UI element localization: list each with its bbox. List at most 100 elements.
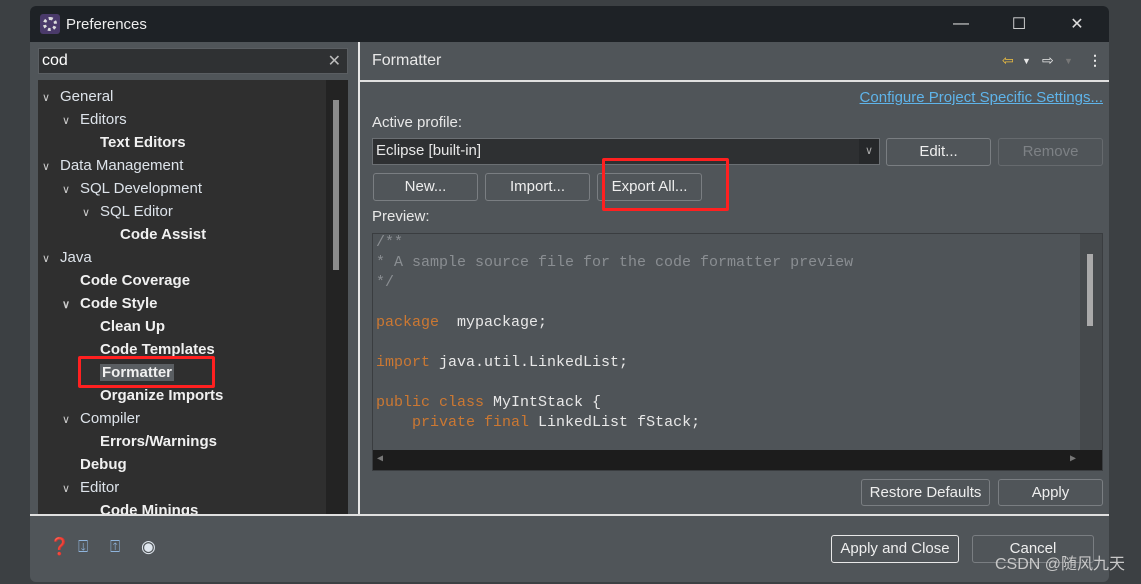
- tree-item-label: Organize Imports: [100, 387, 224, 404]
- tree-item[interactable]: Code Assist: [102, 223, 206, 246]
- preview-horizontal-scrollbar[interactable]: ◀ ▶: [373, 450, 1102, 470]
- code-token: package: [376, 314, 440, 331]
- footer-divider: [30, 514, 1109, 516]
- tree-item[interactable]: ∨ Java: [42, 246, 92, 269]
- forward-menu-icon[interactable]: ▼: [1064, 56, 1073, 66]
- tree-item[interactable]: Code Coverage: [62, 269, 190, 292]
- chevron-down-icon[interactable]: ∨: [62, 179, 80, 202]
- tree-item-label: Editors: [80, 111, 127, 128]
- tree-item[interactable]: Text Editors: [82, 131, 186, 154]
- page-title: Formatter: [372, 52, 442, 69]
- tree-item[interactable]: ∨ SQL Development: [62, 177, 202, 200]
- chevron-down-icon[interactable]: ∨: [82, 202, 100, 225]
- active-profile-label: Active profile:: [372, 114, 463, 131]
- remove-button[interactable]: Remove: [998, 138, 1103, 166]
- new-button[interactable]: New...: [373, 173, 478, 201]
- export-icon[interactable]: ⍐: [110, 537, 120, 557]
- code-line: /**: [376, 234, 403, 251]
- scrollbar-thumb[interactable]: [1087, 254, 1093, 326]
- tree-item-label: Formatter: [100, 364, 175, 381]
- tree-item-label: Editor: [80, 479, 120, 496]
- apply-and-close-button[interactable]: Apply and Close: [831, 535, 959, 563]
- more-menu-icon[interactable]: ⋮: [1088, 52, 1102, 69]
- code-line: private final LinkedList fStack;: [376, 414, 700, 431]
- tree-item-label: Clean Up: [100, 318, 166, 335]
- configure-project-settings-link[interactable]: Configure Project Specific Settings...: [860, 89, 1103, 106]
- tree-item-label: Debug: [80, 456, 127, 473]
- tree-item[interactable]: ∨ Editors: [62, 108, 127, 131]
- chevron-down-icon[interactable]: ∨: [62, 294, 80, 317]
- preferences-dialog: Preferences — ☐ ✕ cod ✕ ∨ General ∨ Editors…: [30, 6, 1109, 582]
- oomph-icon[interactable]: ◉: [141, 537, 156, 557]
- tree-item[interactable]: Errors/Warnings: [82, 430, 217, 453]
- scroll-left-icon[interactable]: ◀: [377, 454, 383, 465]
- code-token: * A sample source file for the code form…: [376, 254, 854, 271]
- tree-item[interactable]: ∨ Code Style: [62, 292, 158, 315]
- title-bar: Preferences — ☐ ✕: [30, 6, 1109, 42]
- tree-item-label: Code Minings: [100, 502, 199, 514]
- code-token: import: [376, 354, 431, 371]
- code-line: */: [376, 274, 394, 291]
- preview-label: Preview:: [372, 208, 430, 225]
- back-menu-icon[interactable]: ▼: [1022, 56, 1031, 66]
- chevron-down-icon[interactable]: ∨: [62, 409, 80, 432]
- tree-item[interactable]: ∨ Data Management: [42, 154, 183, 177]
- highlight-box: [602, 158, 729, 211]
- edit-button[interactable]: Edit...: [886, 138, 991, 166]
- close-button[interactable]: ✕: [1048, 6, 1106, 42]
- clear-icon[interactable]: ✕: [328, 51, 341, 71]
- tree-item-label: SQL Development: [80, 180, 203, 197]
- tree-item[interactable]: ∨ SQL Editor: [82, 200, 173, 223]
- scroll-right-icon[interactable]: ▶: [1070, 450, 1076, 470]
- forward-icon[interactable]: ⇨: [1042, 52, 1054, 69]
- import-icon[interactable]: ⍗: [78, 537, 88, 557]
- tree-item[interactable]: Code Minings: [82, 499, 198, 514]
- tree-item-label: Java: [60, 249, 92, 266]
- code-preview: ◀ ▶ /** * A sample source file for the cod…: [372, 233, 1103, 471]
- preview-vertical-scrollbar[interactable]: [1080, 234, 1102, 452]
- chevron-down-icon[interactable]: ∨: [62, 110, 80, 133]
- sash[interactable]: [358, 42, 360, 514]
- chevron-down-icon[interactable]: ∨: [42, 248, 60, 271]
- tree-item[interactable]: Debug: [62, 453, 127, 476]
- tree-item[interactable]: Clean Up: [82, 315, 165, 338]
- import-button[interactable]: Import...: [485, 173, 590, 201]
- tree-item-label: General: [60, 88, 114, 105]
- code-line: public class MyIntStack {: [376, 394, 601, 411]
- code-line: * A sample source file for the code form…: [376, 254, 853, 271]
- restore-defaults-button[interactable]: Restore Defaults: [861, 479, 990, 506]
- tree-item[interactable]: Organize Imports: [82, 384, 223, 407]
- chevron-down-icon[interactable]: ∨: [859, 139, 879, 164]
- tree-item[interactable]: Formatter: [82, 361, 175, 384]
- tree-item-label: Code Coverage: [80, 272, 191, 289]
- profile-value: Eclipse [built-in]: [376, 142, 482, 159]
- window-title: Preferences: [66, 15, 147, 33]
- tree-item[interactable]: ∨ Editor: [62, 476, 119, 499]
- tree-item-label: Compiler: [80, 410, 141, 427]
- maximize-button[interactable]: ☐: [990, 6, 1048, 42]
- code-token: MyIntStack {: [484, 394, 602, 411]
- chevron-down-icon[interactable]: ∨: [62, 478, 80, 501]
- eclipse-icon: [40, 14, 60, 34]
- chevron-down-icon[interactable]: ∨: [42, 156, 60, 179]
- filter-input[interactable]: cod ✕: [38, 48, 348, 74]
- code-token: /**: [376, 234, 404, 251]
- minimize-button[interactable]: —: [932, 6, 990, 42]
- apply-button[interactable]: Apply: [998, 479, 1103, 506]
- code-token: private final: [412, 414, 530, 431]
- chevron-down-icon[interactable]: ∨: [42, 87, 60, 110]
- tree-item[interactable]: ∨ General: [42, 85, 113, 108]
- scrollbar-thumb[interactable]: [333, 100, 339, 270]
- back-icon[interactable]: ⇦: [1002, 52, 1014, 69]
- watermark: CSDN @随风九天: [994, 556, 1125, 573]
- help-icon[interactable]: ❓: [49, 537, 70, 557]
- code-token: */: [376, 274, 395, 291]
- tree-item[interactable]: ∨ Compiler: [62, 407, 140, 430]
- tree-item-label: Errors/Warnings: [100, 433, 217, 450]
- tree-item-label: Text Editors: [100, 134, 186, 151]
- tree-scrollbar[interactable]: [326, 80, 348, 514]
- tree-item-label: Data Management: [60, 157, 184, 174]
- code-line: import java.util.LinkedList;: [376, 354, 628, 371]
- header-divider: [360, 80, 1109, 82]
